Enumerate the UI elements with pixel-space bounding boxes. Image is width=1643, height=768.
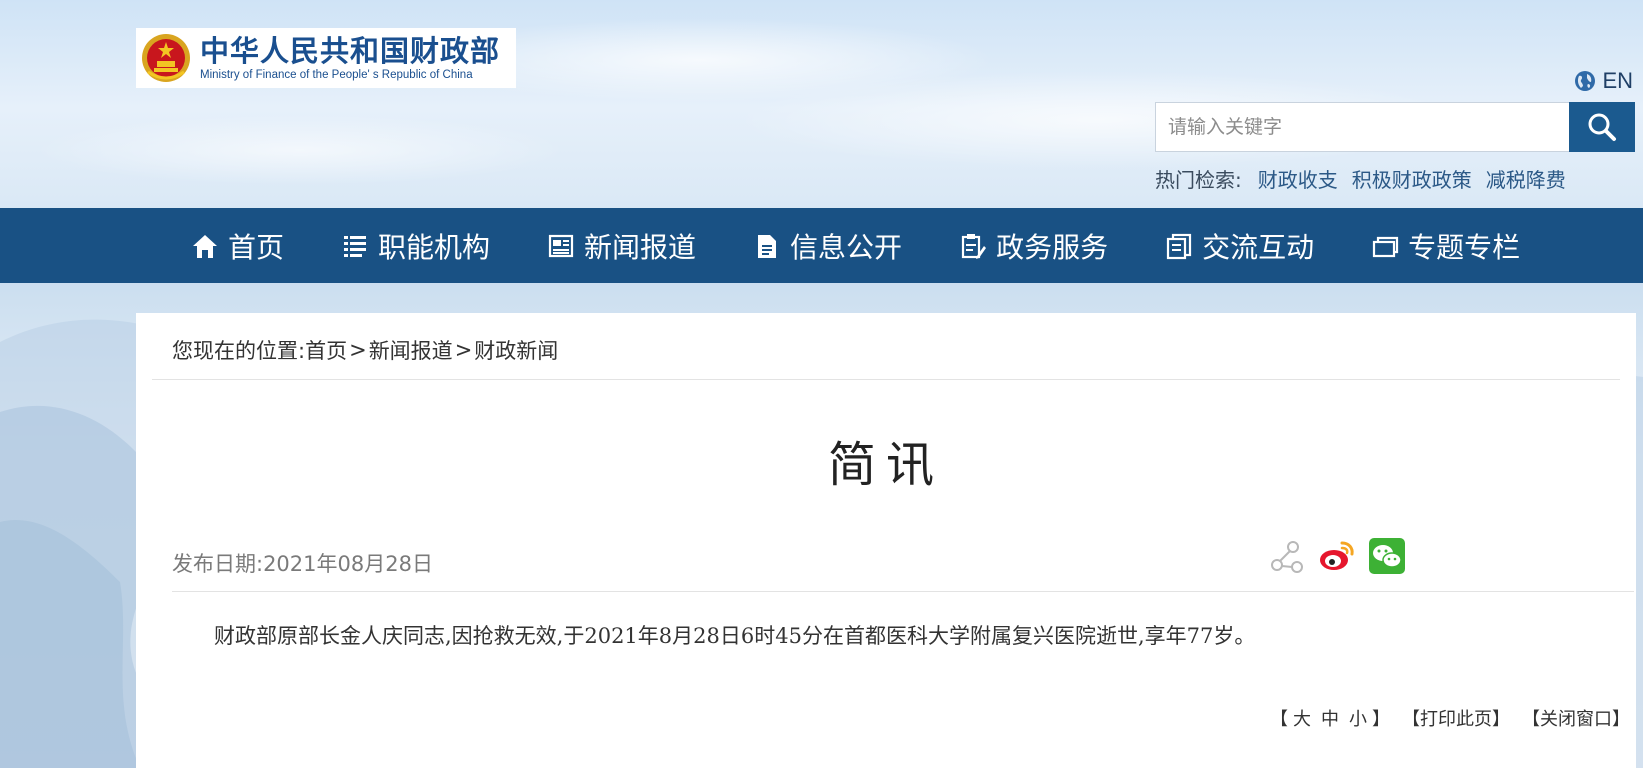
- breadcrumb-link-finance-news[interactable]: 财政新闻: [474, 335, 558, 365]
- breadcrumb-link-home[interactable]: 首页: [305, 335, 347, 365]
- weibo-share-button[interactable]: [1318, 537, 1356, 575]
- main-nav: 首页 职能机构 新闻报道 信息公开 政务服务 交流互动 专题专栏: [0, 208, 1643, 283]
- font-size-small-button[interactable]: 小: [1349, 705, 1367, 731]
- clipboard-edit-icon: [958, 231, 988, 261]
- divider: [152, 379, 1620, 380]
- logo-chinese-name: 中华人民共和国财政部: [200, 34, 501, 68]
- nav-label: 政务服务: [996, 230, 1109, 264]
- nav-label: 交流互动: [1202, 230, 1315, 264]
- language-switch[interactable]: EN: [1574, 68, 1633, 94]
- breadcrumb: 您现在的位置: 首页 > 新闻报道 > 财政新闻: [172, 335, 558, 365]
- list-icon: [340, 231, 370, 261]
- search-box: [1155, 102, 1635, 152]
- nav-label: 信息公开: [790, 230, 903, 264]
- wechat-icon: [1369, 538, 1405, 574]
- document-icon: [752, 231, 782, 261]
- share-bar: [1268, 537, 1418, 575]
- weibo-icon: [1320, 541, 1354, 570]
- nav-item-departments[interactable]: 职能机构: [340, 208, 490, 283]
- newspaper-icon: [546, 231, 576, 261]
- close-window-button[interactable]: 【关闭窗口】: [1522, 705, 1630, 731]
- print-page-button[interactable]: 【打印此页】: [1402, 705, 1510, 731]
- nav-label: 职能机构: [378, 230, 491, 264]
- article-body: 财政部原部长金人庆同志,因抢救无效,于2021年8月28日6时45分在首都医科大…: [214, 624, 1256, 648]
- share-button[interactable]: [1268, 537, 1306, 575]
- breadcrumb-link-news[interactable]: 新闻报道: [369, 335, 453, 365]
- wechat-share-button[interactable]: [1368, 537, 1406, 575]
- search-input[interactable]: [1155, 102, 1569, 152]
- nav-item-disclosure[interactable]: 信息公开: [752, 208, 902, 283]
- font-size-medium-button[interactable]: 中: [1321, 705, 1339, 731]
- article-tools: 【 大 中 小 】 【打印此页】 【关闭窗口】: [1270, 705, 1630, 731]
- breadcrumb-prefix: 您现在的位置:: [172, 339, 306, 363]
- font-size-large-button[interactable]: 大: [1293, 705, 1311, 731]
- ministry-logo[interactable]: 中华人民共和国财政部 Ministry of Finance of the Pe…: [136, 28, 516, 88]
- publish-date: 发布日期:2021年08月28日: [172, 552, 433, 576]
- bracket-close: 】: [1372, 709, 1390, 730]
- search-icon: [1588, 113, 1616, 141]
- article-title: 简讯: [827, 437, 944, 493]
- hot-search-link[interactable]: 积极财政政策: [1352, 164, 1472, 193]
- share-icon: [1271, 541, 1303, 573]
- hot-search-link[interactable]: 财政收支: [1258, 164, 1338, 193]
- nav-item-home[interactable]: 首页: [190, 208, 284, 283]
- search-button[interactable]: [1569, 102, 1635, 152]
- article-panel: 您现在的位置: 首页 > 新闻报道 > 财政新闻 简讯 发布日期:2021年08…: [136, 313, 1636, 768]
- breadcrumb-separator: >: [454, 338, 473, 362]
- folder-icon: [1370, 231, 1400, 261]
- nav-item-news[interactable]: 新闻报道: [546, 208, 696, 283]
- nav-item-interaction[interactable]: 交流互动: [1164, 208, 1314, 283]
- nav-label: 专题专栏: [1408, 230, 1521, 264]
- breadcrumb-separator: >: [349, 338, 367, 362]
- nav-item-topics[interactable]: 专题专栏: [1370, 208, 1520, 283]
- home-icon: [190, 231, 220, 261]
- hot-search-label: 热门检索:: [1155, 168, 1242, 192]
- language-label: EN: [1602, 68, 1633, 93]
- logo-english-name: Ministry of Finance of the People' s Rep…: [200, 69, 473, 81]
- bracket-open: 【: [1270, 709, 1288, 730]
- divider: [172, 591, 1634, 592]
- hot-search: 热门检索: 财政收支 积极财政政策 减税降费: [1155, 164, 1580, 193]
- chat-doc-icon: [1164, 231, 1194, 261]
- globe-icon: [1575, 71, 1596, 91]
- nav-item-services[interactable]: 政务服务: [958, 208, 1108, 283]
- national-emblem-icon: [142, 34, 190, 82]
- nav-label: 首页: [228, 230, 285, 264]
- hot-search-link[interactable]: 减税降费: [1486, 164, 1566, 193]
- nav-label: 新闻报道: [584, 230, 697, 264]
